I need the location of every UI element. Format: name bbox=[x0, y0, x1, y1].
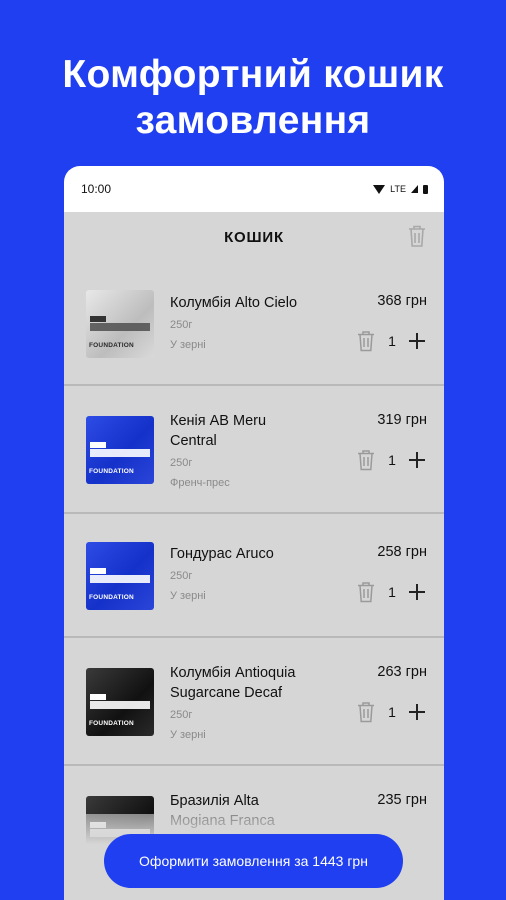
product-price: 319 грн bbox=[377, 412, 427, 428]
remove-item-trash-icon[interactable] bbox=[356, 701, 376, 723]
status-time: 10:00 bbox=[81, 182, 112, 196]
remove-item-trash-icon[interactable] bbox=[356, 449, 376, 471]
increase-plus-icon[interactable] bbox=[408, 332, 426, 350]
product-grind: Френч-прес bbox=[170, 477, 230, 489]
quantity-stepper: 1 bbox=[356, 330, 426, 352]
product-weight: 250г bbox=[170, 570, 193, 582]
quantity-value: 1 bbox=[388, 452, 396, 468]
product-image[interactable]: FOUNDATION bbox=[86, 416, 154, 484]
remove-item-trash-icon[interactable] bbox=[356, 581, 376, 603]
product-image[interactable]: FOUNDATION bbox=[86, 542, 154, 610]
product-weight: 250г bbox=[170, 319, 193, 331]
product-brand: FOUNDATION bbox=[89, 342, 134, 349]
quantity-value: 1 bbox=[388, 704, 396, 720]
page-title: КОШИК bbox=[224, 228, 284, 246]
product-name[interactable]: Колумбія Alto Cielo bbox=[170, 293, 340, 313]
product-image[interactable]: FOUNDATION bbox=[86, 290, 154, 358]
product-price: 258 грн bbox=[377, 544, 427, 560]
increase-plus-icon[interactable] bbox=[408, 703, 426, 721]
product-price: 263 грн bbox=[377, 664, 427, 680]
phone-screen: 10:00 LTE КОШИК FOUNDATION Колумбія Alto… bbox=[64, 166, 444, 900]
status-bar: 10:00 LTE bbox=[64, 166, 444, 212]
app-header: КОШИК bbox=[64, 212, 444, 262]
cart-screen: КОШИК FOUNDATION Колумбія Alto Cielo 250… bbox=[64, 212, 444, 900]
clear-cart-trash-icon[interactable] bbox=[406, 224, 428, 248]
quantity-value: 1 bbox=[388, 333, 396, 349]
product-price: 368 грн bbox=[377, 293, 427, 309]
quantity-stepper: 1 bbox=[356, 581, 426, 603]
cart-item: FOUNDATION Кенія AB Meru Central 250г Фр… bbox=[64, 386, 444, 514]
promo-headline: Комфортний кошик замовлення bbox=[0, 52, 506, 144]
checkout-button[interactable]: Оформити замовлення за 1443 грн bbox=[104, 834, 403, 888]
product-meta: 250г Френч-прес bbox=[170, 455, 230, 491]
product-weight: 250г bbox=[170, 709, 193, 721]
product-meta: 250г У зерні bbox=[170, 568, 206, 604]
headline-line-2: замовлення bbox=[135, 99, 371, 142]
headline-line-1: Комфортний кошик bbox=[62, 53, 444, 96]
product-grind: У зерні bbox=[170, 590, 206, 602]
increase-plus-icon[interactable] bbox=[408, 451, 426, 469]
increase-plus-icon[interactable] bbox=[408, 583, 426, 601]
product-weight: 250г bbox=[170, 457, 193, 469]
product-grind: У зерні bbox=[170, 339, 206, 351]
cart-item: FOUNDATION Колумбія Antioquia Sugarcane … bbox=[64, 638, 444, 766]
wifi-icon bbox=[373, 184, 386, 194]
product-name[interactable]: Кенія AB Meru Central bbox=[170, 411, 280, 451]
product-grind: У зерні bbox=[170, 729, 206, 741]
product-name[interactable]: Гондурас Aruco bbox=[170, 544, 340, 564]
quantity-value: 1 bbox=[388, 584, 396, 600]
battery-icon bbox=[423, 184, 428, 194]
product-name[interactable]: Колумбія Antioquia Sugarcane Decaf bbox=[170, 663, 330, 703]
product-meta: 250г У зерні bbox=[170, 317, 206, 353]
remove-item-trash-icon[interactable] bbox=[356, 330, 376, 352]
product-brand: FOUNDATION bbox=[89, 720, 134, 727]
cart-item: FOUNDATION Колумбія Alto Cielo 250г У зе… bbox=[64, 262, 444, 386]
product-meta: 250г У зерні bbox=[170, 707, 206, 743]
cart-item: FOUNDATION Гондурас Aruco 250г У зерні 2… bbox=[64, 514, 444, 638]
product-brand: FOUNDATION bbox=[89, 594, 134, 601]
product-price: 235 грн bbox=[377, 792, 427, 808]
quantity-stepper: 1 bbox=[356, 701, 426, 723]
product-image[interactable]: FOUNDATION bbox=[86, 668, 154, 736]
status-icons: LTE bbox=[373, 184, 428, 194]
network-type: LTE bbox=[390, 184, 406, 194]
quantity-stepper: 1 bbox=[356, 449, 426, 471]
product-brand: FOUNDATION bbox=[89, 468, 134, 475]
signal-icon bbox=[411, 185, 418, 193]
